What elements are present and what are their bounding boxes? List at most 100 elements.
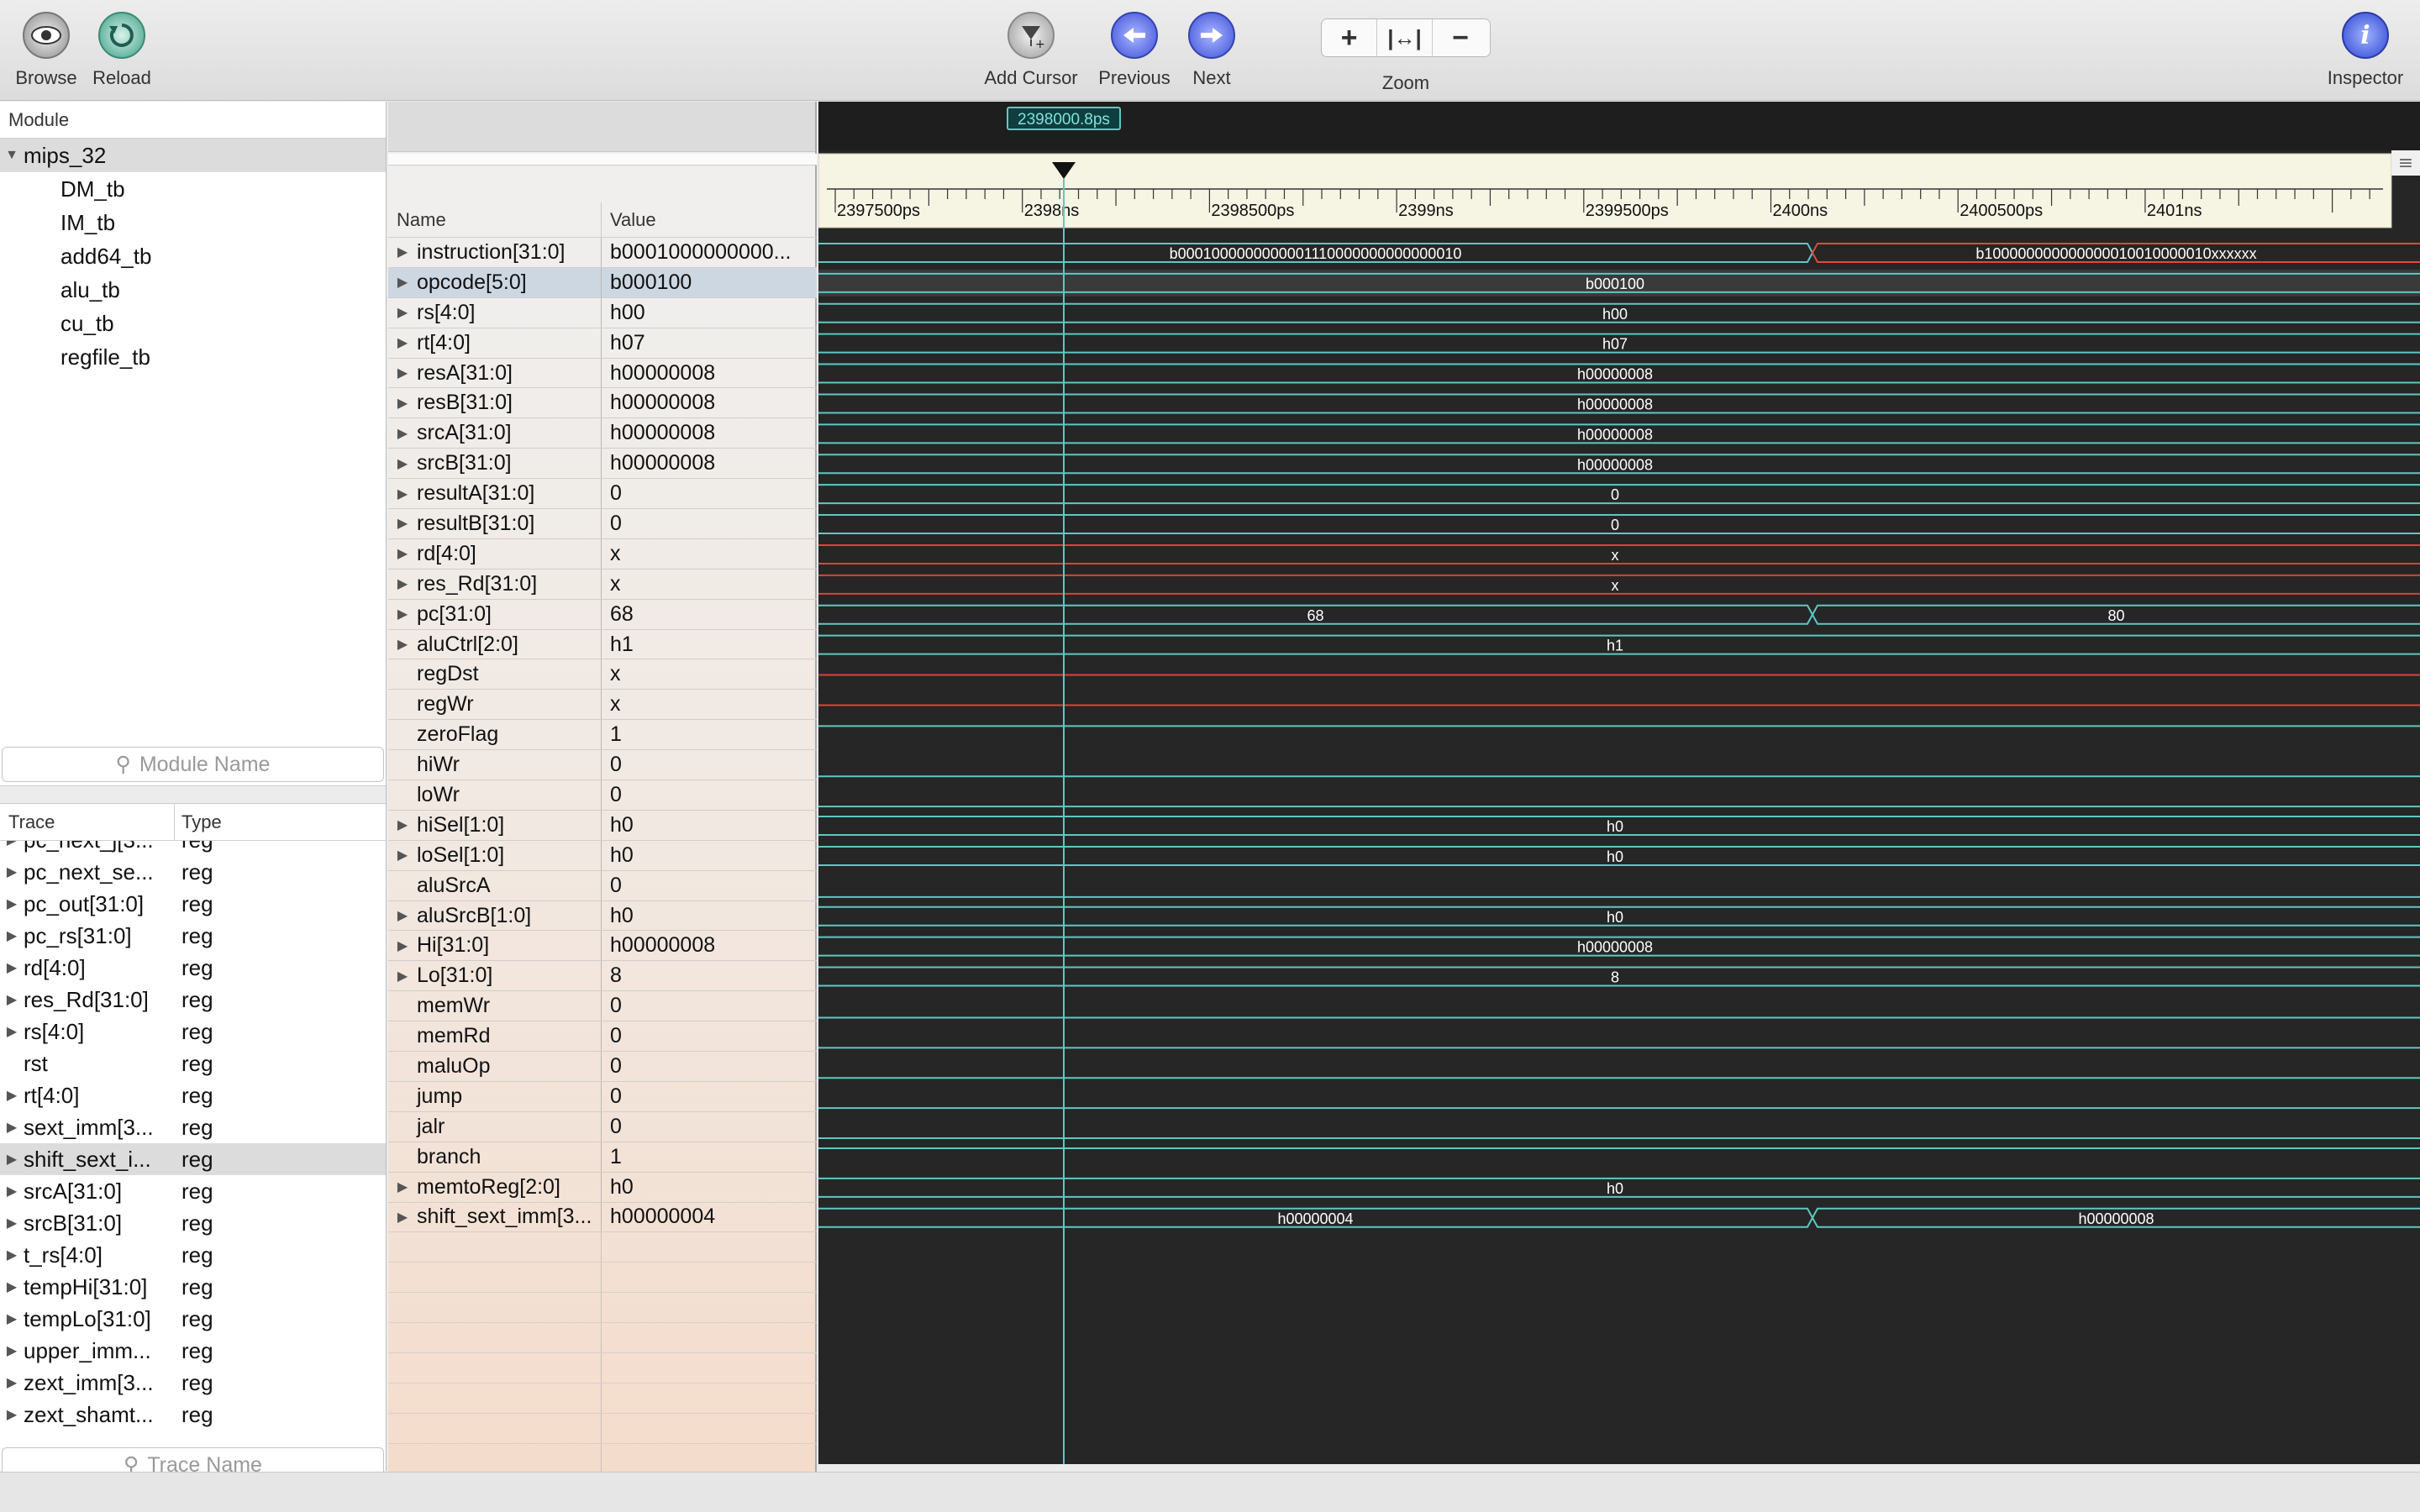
trace-row[interactable]: ▶ pc_rs[31:0] reg	[0, 920, 386, 952]
module-item[interactable]: add64_tb	[0, 239, 386, 273]
disclosure-closed-icon[interactable]: ▶	[388, 486, 417, 502]
signal-row[interactable]: ▶ resultA[31:0] 0	[388, 479, 817, 510]
signal-row[interactable]: ▶ srcA[31:0] h00000008	[388, 418, 817, 449]
zoom-out-button[interactable]: −	[1433, 19, 1488, 56]
disclosure-closed-icon[interactable]: ▶	[0, 1151, 24, 1168]
trace-row[interactable]: ▶ rt[4:0] reg	[0, 1079, 386, 1111]
signal-row[interactable]: ▶ Lo[31:0] 8	[388, 961, 817, 992]
trace-row[interactable]: rst reg	[0, 1047, 386, 1079]
signal-row[interactable]: regDst x	[388, 659, 817, 690]
disclosure-closed-icon[interactable]: ▶	[388, 847, 417, 864]
signal-row[interactable]: ▶ resultB[31:0] 0	[388, 509, 817, 539]
trace-row[interactable]: ▶ upper_imm... reg	[0, 1335, 386, 1367]
signal-row[interactable]: ▶ rd[4:0] x	[388, 538, 817, 570]
disclosure-closed-icon[interactable]: ▶	[388, 1209, 417, 1226]
module-item[interactable]: regfile_tb	[0, 340, 386, 374]
signal-row[interactable]: memWr 0	[388, 991, 817, 1022]
menu-lines-icon[interactable]: ≡	[2398, 153, 2413, 174]
signal-row[interactable]: aluSrcA 0	[388, 870, 817, 901]
disclosure-open-icon[interactable]: ▼	[0, 148, 24, 163]
disclosure-closed-icon[interactable]: ▶	[0, 1215, 24, 1231]
trace-row[interactable]: ▶ srcA[31:0] reg	[0, 1175, 386, 1207]
trace-row[interactable]: ▶ t_rs[4:0] reg	[0, 1239, 386, 1271]
disclosure-closed-icon[interactable]: ▶	[388, 575, 417, 592]
trace-row[interactable]: ▶ pc_next_se... reg	[0, 856, 386, 888]
signal-row[interactable]: ▶ opcode[5:0] b000100	[388, 267, 817, 298]
disclosure-closed-icon[interactable]: ▶	[0, 1342, 24, 1359]
disclosure-closed-icon[interactable]: ▶	[388, 545, 417, 562]
inspector-button[interactable]: i Inspector	[2319, 12, 2412, 89]
module-item[interactable]: alu_tb	[0, 273, 386, 307]
trace-row[interactable]: ▶ srcB[31:0] reg	[0, 1207, 386, 1239]
disclosure-closed-icon[interactable]: ▶	[0, 841, 24, 848]
trace-row[interactable]: ▶ res_Rd[31:0] reg	[0, 984, 386, 1016]
disclosure-closed-icon[interactable]: ▶	[0, 1119, 24, 1136]
trace-row[interactable]: ▶ rs[4:0] reg	[0, 1016, 386, 1047]
disclosure-closed-icon[interactable]: ▶	[388, 425, 417, 442]
previous-button[interactable]: Previous	[1096, 12, 1173, 89]
disclosure-closed-icon[interactable]: ▶	[0, 1278, 24, 1295]
disclosure-closed-icon[interactable]: ▶	[388, 968, 417, 984]
disclosure-closed-icon[interactable]: ▶	[388, 816, 417, 833]
disclosure-closed-icon[interactable]: ▶	[0, 1183, 24, 1200]
trace-row[interactable]: ▶ sext_imm[3... reg	[0, 1111, 386, 1143]
disclosure-closed-icon[interactable]: ▶	[388, 1179, 417, 1195]
disclosure-closed-icon[interactable]: ▶	[0, 864, 24, 880]
next-button[interactable]: Next	[1178, 12, 1245, 89]
signal-row[interactable]: regWr x	[388, 690, 817, 721]
panel-divider[interactable]	[0, 785, 386, 804]
signal-row[interactable]: branch 1	[388, 1142, 817, 1173]
disclosure-closed-icon[interactable]: ▶	[0, 1087, 24, 1104]
disclosure-closed-icon[interactable]: ▶	[388, 304, 417, 321]
reload-button[interactable]: Reload	[91, 12, 153, 89]
signal-row[interactable]: loWr 0	[388, 780, 817, 811]
signal-row[interactable]: ▶ rs[4:0] h00	[388, 297, 817, 328]
signal-row[interactable]: ▶ resB[31:0] h00000008	[388, 388, 817, 419]
signal-row[interactable]: memRd 0	[388, 1021, 817, 1053]
zoom-fit-button[interactable]: |↔|	[1377, 19, 1433, 56]
disclosure-closed-icon[interactable]: ▶	[388, 515, 417, 532]
trace-row[interactable]: ▶ tempLo[31:0] reg	[0, 1303, 386, 1335]
disclosure-closed-icon[interactable]: ▶	[0, 959, 24, 976]
signal-row[interactable]: ▶ memtoReg[2:0] h0	[388, 1172, 817, 1203]
disclosure-closed-icon[interactable]: ▶	[0, 1374, 24, 1391]
disclosure-closed-icon[interactable]: ▶	[388, 244, 417, 260]
disclosure-closed-icon[interactable]: ▶	[0, 991, 24, 1008]
trace-row[interactable]: ▶ shift_sext_i... reg	[0, 1143, 386, 1175]
disclosure-closed-icon[interactable]: ▶	[388, 455, 417, 472]
browse-button[interactable]: Browse	[15, 12, 77, 89]
disclosure-closed-icon[interactable]: ▶	[388, 395, 417, 412]
signal-row[interactable]: ▶ Hi[31:0] h00000008	[388, 931, 817, 962]
disclosure-closed-icon[interactable]: ▶	[388, 937, 417, 954]
signal-row[interactable]: ▶ aluCtrl[2:0] h1	[388, 629, 817, 660]
module-root[interactable]: ▼ mips_32	[0, 139, 386, 172]
signal-row[interactable]: ▶ hiSel[1:0] h0	[388, 810, 817, 841]
disclosure-closed-icon[interactable]: ▶	[388, 274, 417, 291]
signal-row[interactable]: ▶ rt[4:0] h07	[388, 328, 817, 359]
trace-row[interactable]: ▶ pc_out[31:0] reg	[0, 888, 386, 920]
disclosure-closed-icon[interactable]: ▶	[388, 334, 417, 351]
waveform-panel[interactable]: 2398000.8ps ≡ 2397500ps 2398ns 2398500ps 2399…	[818, 102, 2420, 1464]
name-panel-scrollbar[interactable]	[388, 154, 817, 165]
signal-row[interactable]: ▶ resA[31:0] h00000008	[388, 358, 817, 389]
waveform-canvas[interactable]: 2398000.8ps ≡ 2397500ps 2398ns 2398500ps 2399…	[818, 102, 2420, 1464]
signal-row[interactable]: ▶ aluSrcB[1:0] h0	[388, 900, 817, 932]
signal-row[interactable]: ▶ shift_sext_imm[3... h00000004	[388, 1202, 817, 1233]
module-item[interactable]: IM_tb	[0, 206, 386, 239]
signal-row[interactable]: ▶ instruction[31:0] b0001000000000...	[388, 238, 817, 268]
trace-row[interactable]: ▶ zext_imm[3... reg	[0, 1367, 386, 1399]
add-cursor-button[interactable]: + Add Cursor	[975, 12, 1087, 89]
disclosure-closed-icon[interactable]: ▶	[0, 895, 24, 912]
signal-row[interactable]: ▶ srcB[31:0] h00000008	[388, 449, 817, 480]
disclosure-closed-icon[interactable]: ▶	[388, 636, 417, 653]
disclosure-closed-icon[interactable]: ▶	[0, 1406, 24, 1423]
disclosure-closed-icon[interactable]: ▶	[388, 365, 417, 381]
module-item[interactable]: DM_tb	[0, 172, 386, 206]
trace-column-header[interactable]: Trace	[0, 804, 175, 840]
zoom-in-button[interactable]: +	[1322, 19, 1377, 56]
disclosure-closed-icon[interactable]: ▶	[388, 907, 417, 924]
signal-row[interactable]: jump 0	[388, 1081, 817, 1112]
trace-row[interactable]: ▶ tempHi[31:0] reg	[0, 1271, 386, 1303]
disclosure-closed-icon[interactable]: ▶	[0, 1247, 24, 1263]
module-item[interactable]: cu_tb	[0, 307, 386, 340]
